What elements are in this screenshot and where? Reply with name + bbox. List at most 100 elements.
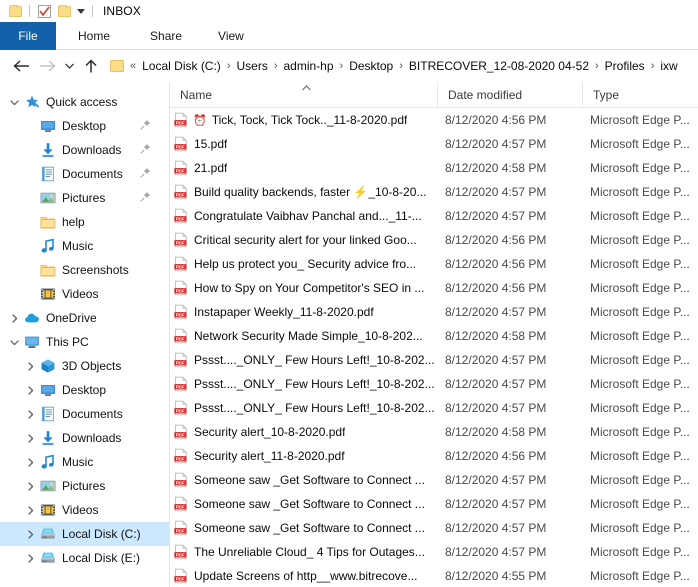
breadcrumb-overflow[interactable]: « — [130, 60, 136, 72]
file-name-cell[interactable]: PDFThe Unreliable Cloud_ 4 Tips for Outa… — [170, 544, 438, 560]
chevron-right-icon[interactable] — [6, 314, 22, 323]
recent-locations-chevron-icon[interactable] — [60, 53, 78, 79]
file-row[interactable]: PDFInstapaper Weekly_11-8-2020.pdf8/12/2… — [170, 300, 698, 324]
column-header-type[interactable]: Type — [583, 82, 698, 108]
pin-icon[interactable] — [140, 167, 151, 181]
sidebar-item-videos[interactable]: Videos — [0, 282, 169, 306]
file-name-cell[interactable]: PDF21.pdf — [170, 160, 438, 176]
breadcrumb-item-5[interactable]: Profiles — [605, 59, 645, 73]
file-name-cell[interactable]: PDFNetwork Security Made Simple_10-8-202… — [170, 328, 438, 344]
file-name-cell[interactable]: PDFCritical security alert for your link… — [170, 232, 438, 248]
tab-home[interactable]: Home — [56, 22, 132, 50]
sidebar-item-pictures[interactable]: Pictures — [0, 474, 169, 498]
properties-checkbox-icon[interactable] — [34, 1, 54, 21]
breadcrumb-item-3[interactable]: Desktop — [349, 59, 393, 73]
chevron-right-icon[interactable] — [22, 386, 38, 395]
breadcrumb-item-2[interactable]: admin-hp — [284, 59, 334, 73]
chevron-right-icon[interactable] — [22, 482, 38, 491]
file-name-cell[interactable]: PDF15.pdf — [170, 136, 438, 152]
breadcrumb-separator-icon[interactable]: › — [227, 60, 231, 72]
file-name-cell[interactable]: PDFPssst...._ONLY_ Few Hours Left!_10-8-… — [170, 400, 438, 416]
chevron-right-icon[interactable] — [22, 458, 38, 467]
chevron-right-icon[interactable] — [22, 434, 38, 443]
sidebar-item-documents[interactable]: Documents — [0, 402, 169, 426]
file-row[interactable]: PDF⏰Tick, Tock, Tick Tock.._11-8-2020.pd… — [170, 108, 698, 132]
file-name-cell[interactable]: PDFBuild quality backends, faster ⚡_10-8… — [170, 184, 438, 200]
back-arrow-icon[interactable] — [8, 53, 34, 79]
file-row[interactable]: PDFHelp us protect you_ Security advice … — [170, 252, 698, 276]
chevron-down-icon[interactable] — [74, 9, 88, 14]
file-row[interactable]: PDFSomeone saw _Get Software to Connect … — [170, 492, 698, 516]
file-row[interactable]: PDF21.pdf8/12/2020 4:58 PMMicrosoft Edge… — [170, 156, 698, 180]
sidebar-item-onedrive[interactable]: OneDrive — [0, 306, 169, 330]
breadcrumb-separator-icon[interactable]: › — [274, 60, 278, 72]
file-name-cell[interactable]: PDFCongratulate Vaibhav Panchal and..._1… — [170, 208, 438, 224]
file-row[interactable]: PDFSomeone saw _Get Software to Connect … — [170, 516, 698, 540]
breadcrumb-separator-icon[interactable]: › — [651, 60, 655, 72]
sidebar-item-downloads[interactable]: Downloads — [0, 138, 169, 162]
sidebar-item-music[interactable]: Music — [0, 450, 169, 474]
sidebar-item-quick-access[interactable]: Quick access — [0, 90, 169, 114]
navigation-pane[interactable]: Quick accessDesktopDownloadsDocumentsPic… — [0, 82, 170, 587]
pin-icon[interactable] — [140, 119, 151, 133]
tab-file[interactable]: File — [0, 22, 56, 50]
chevron-right-icon[interactable] — [22, 410, 38, 419]
file-row[interactable]: PDFSomeone saw _Get Software to Connect … — [170, 468, 698, 492]
breadcrumb-item-0[interactable]: Local Disk (C:) — [142, 59, 221, 73]
tab-share[interactable]: Share — [132, 22, 200, 50]
file-name-cell[interactable]: PDFSomeone saw _Get Software to Connect … — [170, 520, 438, 536]
file-row[interactable]: PDF15.pdf8/12/2020 4:57 PMMicrosoft Edge… — [170, 132, 698, 156]
file-row[interactable]: PDFCongratulate Vaibhav Panchal and..._1… — [170, 204, 698, 228]
chevron-down-icon[interactable] — [6, 338, 22, 347]
file-name-cell[interactable]: PDFInstapaper Weekly_11-8-2020.pdf — [170, 304, 438, 320]
breadcrumb-separator-icon[interactable]: › — [595, 60, 599, 72]
file-rows[interactable]: PDF⏰Tick, Tock, Tick Tock.._11-8-2020.pd… — [170, 108, 698, 587]
sidebar-item-local-disk-c[interactable]: Local Disk (C:) — [0, 522, 169, 546]
breadcrumb-item-4[interactable]: BITRECOVER_12-08-2020 04-52 — [409, 59, 589, 73]
column-header-name[interactable]: Name — [170, 82, 438, 108]
file-name-cell[interactable]: PDFSomeone saw _Get Software to Connect … — [170, 472, 438, 488]
file-name-cell[interactable]: PDFPssst...._ONLY_ Few Hours Left!_10-8-… — [170, 376, 438, 392]
file-row[interactable]: PDFBuild quality backends, faster ⚡_10-8… — [170, 180, 698, 204]
file-name-cell[interactable]: PDFHow to Spy on Your Competitor's SEO i… — [170, 280, 438, 296]
sidebar-item-screenshots[interactable]: Screenshots — [0, 258, 169, 282]
file-row[interactable]: PDFNetwork Security Made Simple_10-8-202… — [170, 324, 698, 348]
file-row[interactable]: PDFSecurity alert_11-8-2020.pdf8/12/2020… — [170, 444, 698, 468]
chevron-down-icon[interactable] — [6, 98, 22, 107]
pin-icon[interactable] — [140, 143, 151, 157]
sidebar-item-pictures[interactable]: Pictures — [0, 186, 169, 210]
file-row[interactable]: PDFPssst...._ONLY_ Few Hours Left!_10-8-… — [170, 348, 698, 372]
file-name-cell[interactable]: PDFUpdate Screens of http__www.bitrecove… — [170, 568, 438, 584]
sidebar-item-music[interactable]: Music — [0, 234, 169, 258]
file-name-cell[interactable]: PDFSecurity alert_11-8-2020.pdf — [170, 448, 438, 464]
file-row[interactable]: PDFSecurity alert_10-8-2020.pdf8/12/2020… — [170, 420, 698, 444]
sidebar-item-desktop[interactable]: Desktop — [0, 378, 169, 402]
sidebar-item-downloads[interactable]: Downloads — [0, 426, 169, 450]
sidebar-item-videos[interactable]: Videos — [0, 498, 169, 522]
breadcrumb-separator-icon[interactable]: › — [340, 60, 344, 72]
up-arrow-icon[interactable] — [78, 53, 104, 79]
file-name-cell[interactable]: PDF⏰Tick, Tock, Tick Tock.._11-8-2020.pd… — [170, 112, 438, 128]
file-row[interactable]: PDFThe Unreliable Cloud_ 4 Tips for Outa… — [170, 540, 698, 564]
breadcrumb[interactable]: « Local Disk (C:) › Users › admin-hp › D… — [108, 54, 698, 78]
file-row[interactable]: PDFHow to Spy on Your Competitor's SEO i… — [170, 276, 698, 300]
file-row[interactable]: PDFPssst...._ONLY_ Few Hours Left!_10-8-… — [170, 396, 698, 420]
sidebar-item-desktop[interactable]: Desktop — [0, 114, 169, 138]
file-row[interactable]: PDFPssst...._ONLY_ Few Hours Left!_10-8-… — [170, 372, 698, 396]
chevron-right-icon[interactable] — [22, 530, 38, 539]
file-row[interactable]: PDFUpdate Screens of http__www.bitrecove… — [170, 564, 698, 587]
column-header-date-modified[interactable]: Date modified — [438, 82, 583, 108]
pin-icon[interactable] — [140, 191, 151, 205]
sidebar-item-help[interactable]: help — [0, 210, 169, 234]
sidebar-item-documents[interactable]: Documents — [0, 162, 169, 186]
sidebar-item-3d-objects[interactable]: 3D Objects — [0, 354, 169, 378]
file-name-cell[interactable]: PDFSecurity alert_10-8-2020.pdf — [170, 424, 438, 440]
breadcrumb-item-6[interactable]: ixw — [660, 59, 677, 73]
file-row[interactable]: PDFCritical security alert for your link… — [170, 228, 698, 252]
folder-icon[interactable] — [5, 1, 25, 21]
chevron-right-icon[interactable] — [22, 362, 38, 371]
tab-view[interactable]: View — [200, 22, 270, 50]
chevron-right-icon[interactable] — [22, 554, 38, 563]
file-name-cell[interactable]: PDFPssst...._ONLY_ Few Hours Left!_10-8-… — [170, 352, 438, 368]
breadcrumb-item-1[interactable]: Users — [236, 59, 267, 73]
